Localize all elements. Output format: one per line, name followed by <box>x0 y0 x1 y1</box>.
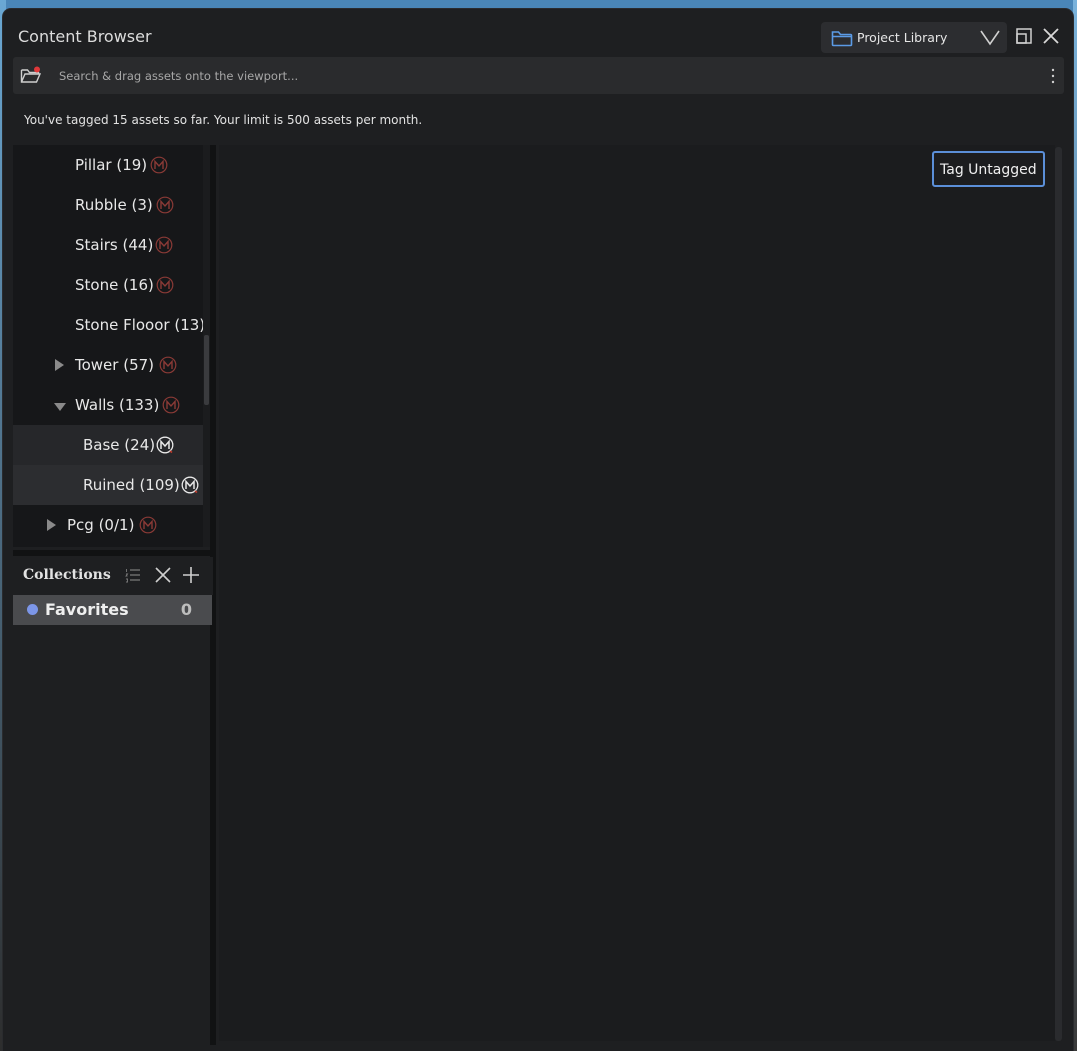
tree-item-label: Stone Flooor (13) <box>75 316 205 334</box>
megascans-badge-icon <box>181 476 199 494</box>
megascans-badge-icon <box>156 436 174 454</box>
megascans-badge-icon <box>162 396 180 414</box>
megascans-badge-icon <box>139 516 157 534</box>
search-bar <box>13 57 1064 94</box>
desktop-background-right <box>1073 0 1077 1051</box>
tree-item[interactable]: Stone (16) <box>13 265 205 305</box>
kebab-menu-icon[interactable] <box>1050 68 1056 84</box>
folder-tree: Pillar (19) Rubble (3) Stairs (44) Stone… <box>13 145 205 547</box>
tree-item-label: Rubble (3) <box>75 196 153 214</box>
folder-icon <box>831 31 853 47</box>
clear-icon[interactable] <box>154 566 172 584</box>
tree-item[interactable]: Tower (57) <box>13 345 205 385</box>
tree-item-label: Pcg (0/1) <box>67 516 135 534</box>
title-bar: Content Browser Project Library <box>3 9 1073 57</box>
tree-item[interactable]: Stone Flooor (13) <box>13 305 205 345</box>
content-browser-window: Content Browser Project Library Search &… <box>3 9 1073 1051</box>
tag-limit-notice: You've tagged 15 assets so far. Your lim… <box>24 113 423 127</box>
collections-splitter[interactable] <box>13 550 213 556</box>
tree-scrollbar-thumb[interactable] <box>204 335 209 405</box>
collection-item-favorites[interactable]: Favorites 0 <box>13 595 212 625</box>
collapse-arrow-icon[interactable] <box>54 401 66 413</box>
asset-grid-scrollbar[interactable] <box>1055 147 1062 1041</box>
window-title: Content Browser <box>18 27 152 46</box>
megascans-badge-icon <box>159 356 177 374</box>
tree-item-label: Ruined (109) <box>83 476 180 494</box>
tree-item-hover[interactable]: Ruined (109) <box>13 465 205 505</box>
folder-open-icon[interactable] <box>20 66 42 85</box>
tree-item-label: Stairs (44) <box>75 236 154 254</box>
library-select-value: Project Library <box>857 30 948 45</box>
restore-icon[interactable] <box>1014 26 1034 46</box>
collection-label: Favorites <box>45 600 129 619</box>
tree-item[interactable]: Stairs (44) <box>13 225 205 265</box>
megascans-badge-icon <box>156 276 174 294</box>
megascans-badge-icon <box>155 236 173 254</box>
close-icon[interactable] <box>1041 26 1061 46</box>
tree-item-label: Walls (133) <box>75 396 160 414</box>
tree-item[interactable]: Walls (133) <box>13 385 205 425</box>
chevron-down-icon[interactable] <box>979 29 1001 47</box>
expand-arrow-icon[interactable] <box>45 519 57 531</box>
collections-title: Collections <box>23 567 111 583</box>
tree-item-label: Tower (57) <box>75 356 155 374</box>
tag-untagged-label: Tag Untagged <box>940 162 1037 178</box>
megascans-badge-icon <box>156 196 174 214</box>
add-icon[interactable] <box>182 566 200 584</box>
tree-item-label: Base (24) <box>83 436 156 454</box>
tree-item[interactable]: Rubble (3) <box>13 185 205 225</box>
tag-untagged-button[interactable]: Tag Untagged <box>932 151 1045 187</box>
asset-grid-area <box>219 145 1055 1041</box>
expand-arrow-icon[interactable] <box>53 359 65 371</box>
collection-count: 0 <box>180 600 192 619</box>
collection-color-dot <box>27 604 38 615</box>
library-select[interactable]: Project Library <box>821 22 1007 53</box>
sort-list-icon[interactable] <box>124 566 142 584</box>
tree-item-selected[interactable]: Base (24) <box>13 425 205 465</box>
collections-header: Collections <box>13 557 213 595</box>
tree-item[interactable]: Pillar (19) <box>13 145 205 185</box>
tree-item-label: Pillar (19) <box>75 156 148 174</box>
tree-item[interactable]: Pcg (0/1) <box>13 505 205 545</box>
tree-item-label: Stone (16) <box>75 276 154 294</box>
megascans-badge-icon <box>150 156 168 174</box>
search-input[interactable] <box>57 64 961 88</box>
